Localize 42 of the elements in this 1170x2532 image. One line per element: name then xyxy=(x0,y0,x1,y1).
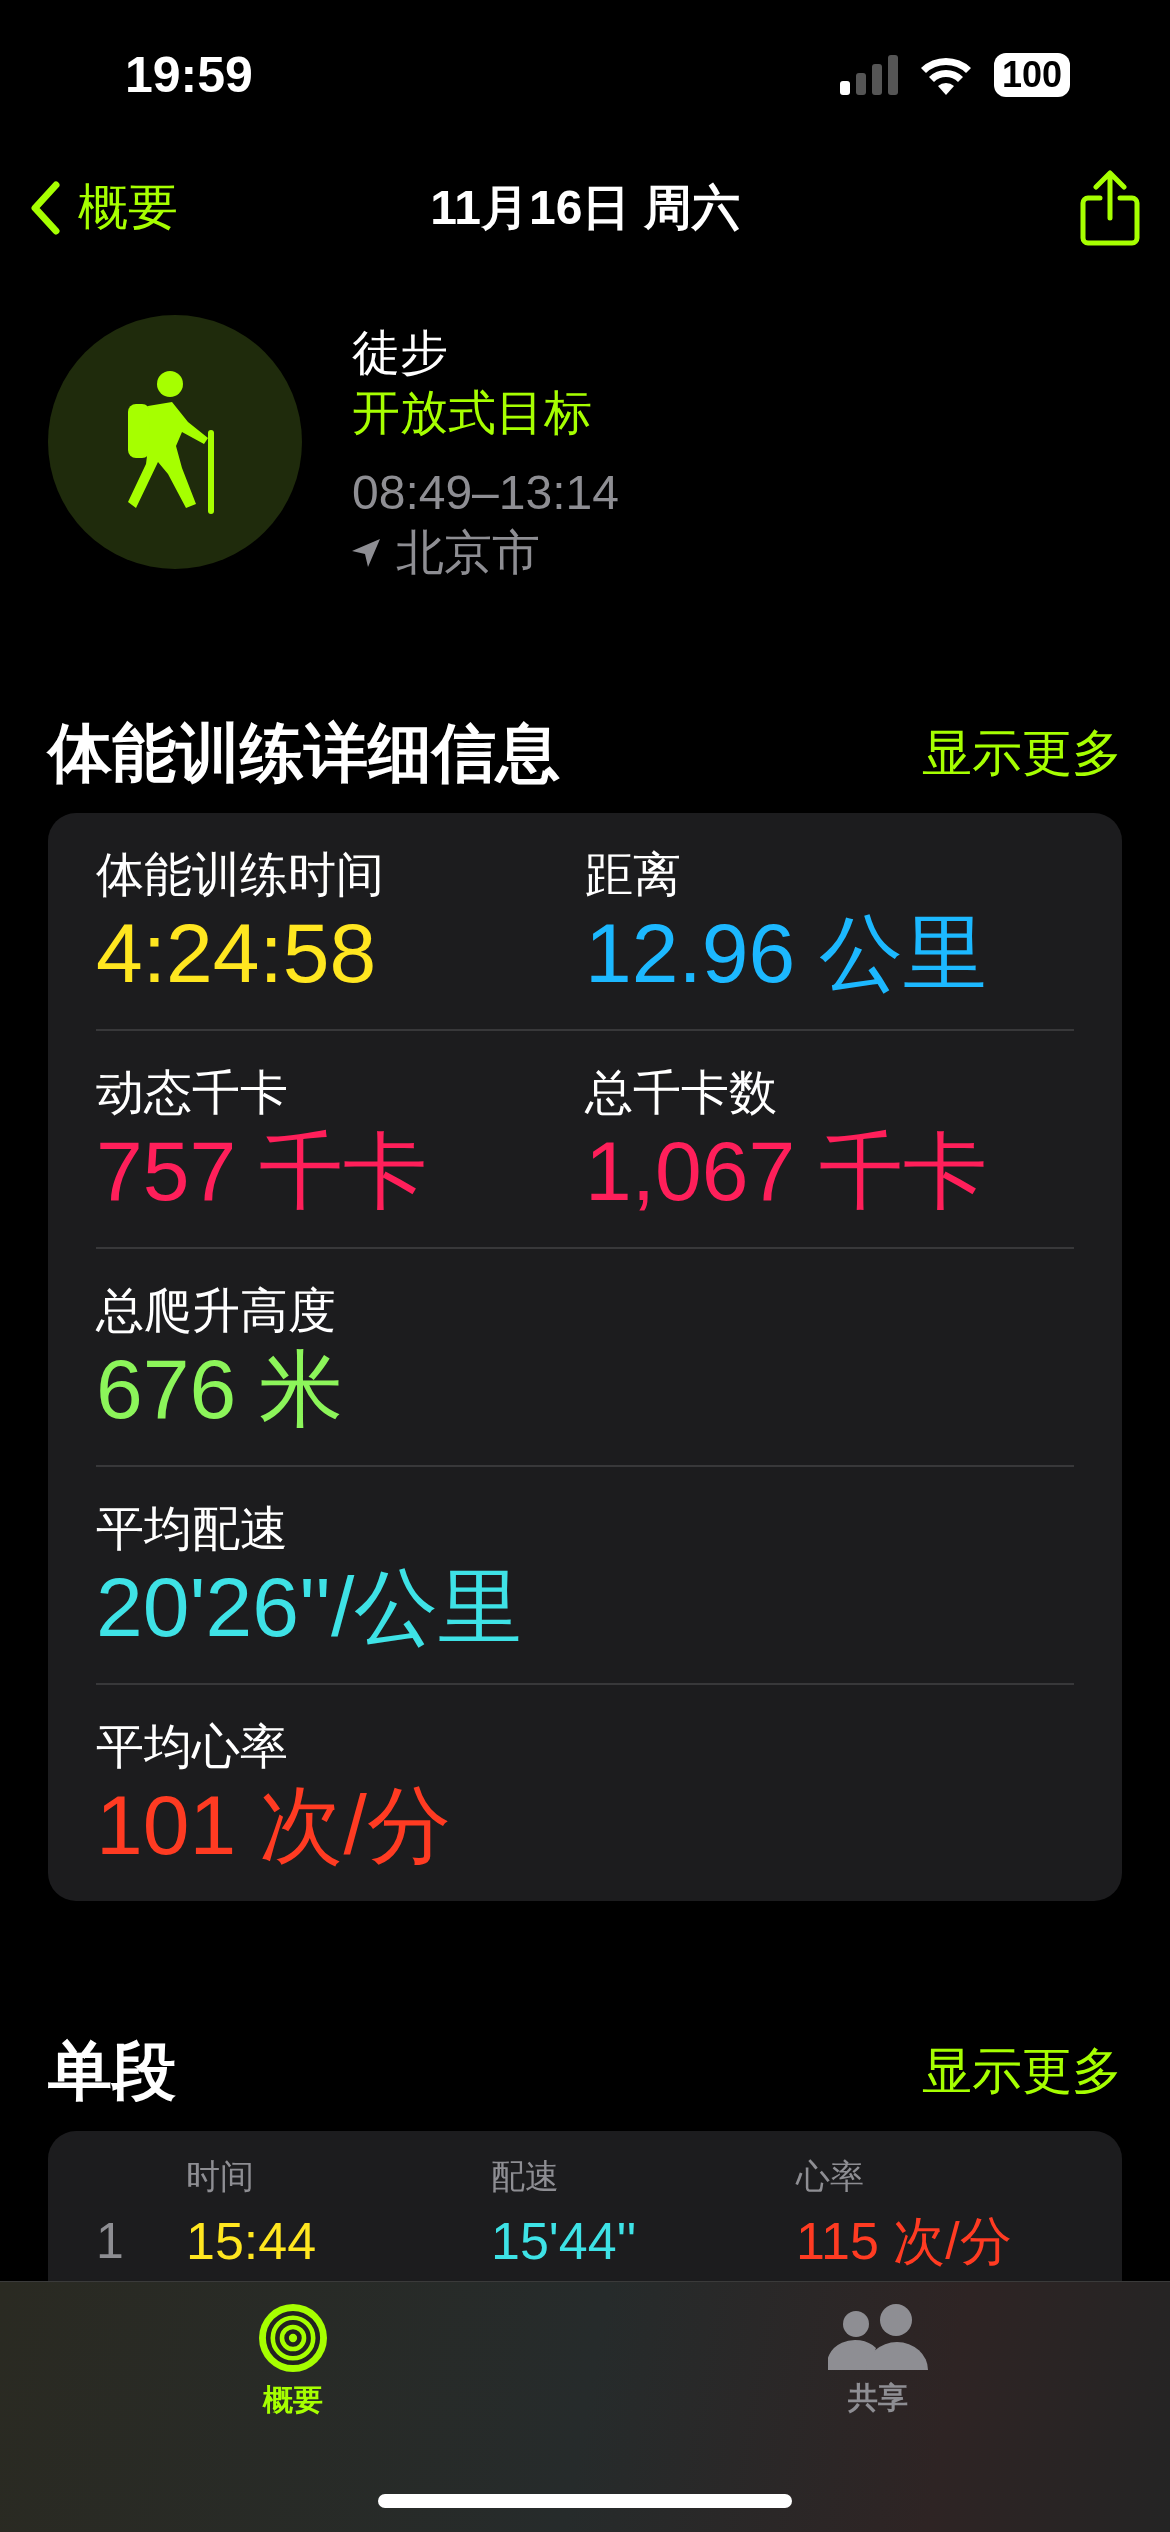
people-icon xyxy=(827,2304,928,2370)
wifi-icon xyxy=(919,55,972,95)
metric-value: 1,067 千卡 xyxy=(585,1123,988,1220)
metric-value: 757 千卡 xyxy=(96,1123,429,1220)
show-more-link[interactable]: 显示更多 xyxy=(922,719,1122,787)
metric-label: 动态千卡 xyxy=(96,1065,289,1121)
metric-label: 平均配速 xyxy=(96,1501,289,1557)
metric-value: 20'26''/公里 xyxy=(96,1559,524,1656)
battery-indicator: 100 xyxy=(993,53,1070,97)
metric-value: 676 米 xyxy=(96,1341,345,1438)
split-value: 115 次/分 xyxy=(796,2211,1013,2272)
workout-goal: 开放式目标 xyxy=(352,385,593,441)
section-title: 体能训练详细信息 xyxy=(48,715,560,791)
column-header: 心率 xyxy=(796,2156,865,2197)
metric-label: 总爬升高度 xyxy=(96,1283,337,1339)
share-icon xyxy=(1080,169,1140,246)
metric-value: 4:24:58 xyxy=(96,905,378,1002)
split-number: 1 xyxy=(96,2212,125,2270)
workout-location: 北京市 xyxy=(396,525,540,581)
status-time: 19:59 xyxy=(125,46,253,104)
show-more-link[interactable]: 显示更多 xyxy=(922,2037,1122,2105)
split-value: 15:44 xyxy=(186,2211,318,2272)
column-header: 配速 xyxy=(491,2156,560,2197)
share-button[interactable] xyxy=(1080,169,1140,246)
metric-label: 体能训练时间 xyxy=(96,847,385,903)
metric-label: 平均心率 xyxy=(96,1719,289,1775)
tab-item[interactable]: 概要 xyxy=(0,2282,585,2422)
back-button[interactable]: 概要 xyxy=(30,174,178,241)
tab-item[interactable]: 共享 xyxy=(585,2282,1170,2422)
metric-label: 距离 xyxy=(585,847,682,903)
column-header: 时间 xyxy=(186,2156,255,2197)
split-value: 15'44'' xyxy=(491,2211,638,2272)
metric-label: 总千卡数 xyxy=(585,1065,778,1121)
workout-time-range: 08:49–13:14 xyxy=(352,465,619,521)
location-arrow-icon xyxy=(352,539,380,567)
workout-type: 徒步 xyxy=(352,325,449,381)
chevron-left-icon xyxy=(30,180,60,235)
metric-value: 12.96 公里 xyxy=(585,905,988,1002)
metric-value: 101 次/分 xyxy=(96,1777,452,1874)
signal-icon xyxy=(839,55,898,95)
section-title: 单段 xyxy=(48,2033,176,2109)
nav-title: 11月16日 周六 xyxy=(430,180,740,234)
